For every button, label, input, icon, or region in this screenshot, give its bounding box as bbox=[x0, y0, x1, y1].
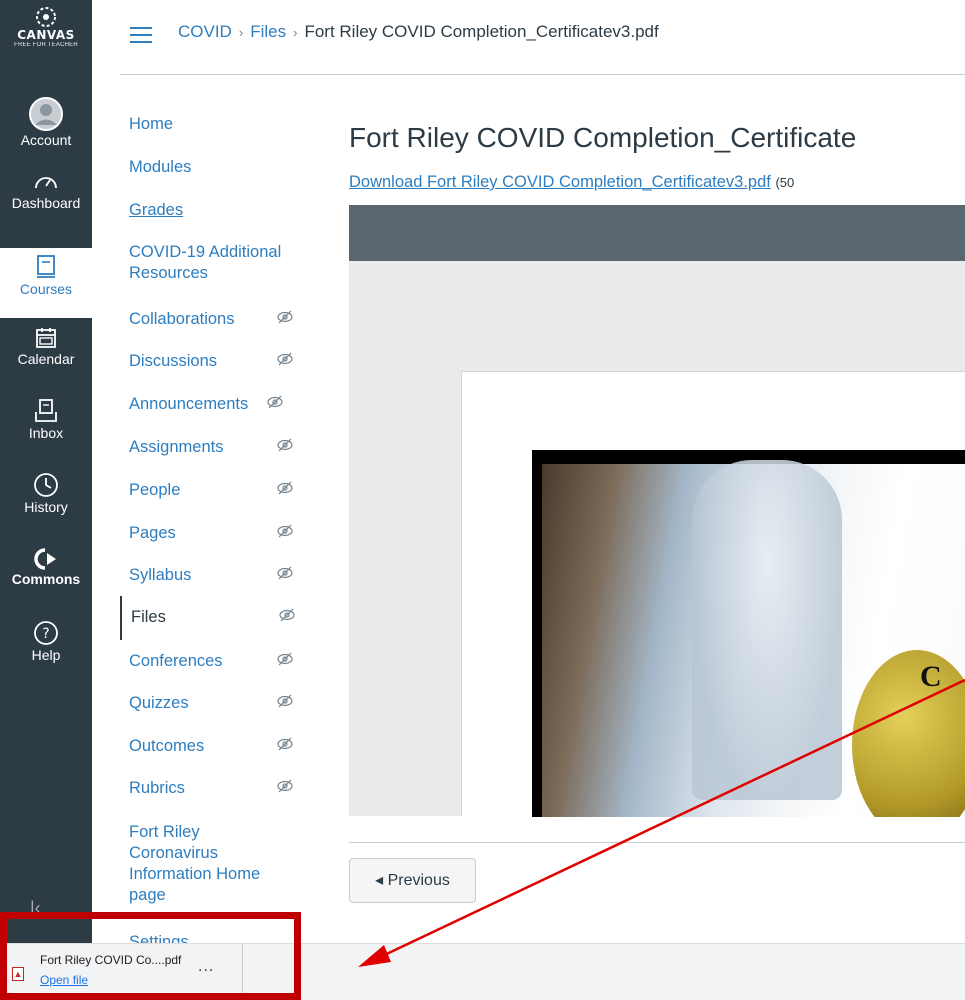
course-nav-label: Discussions bbox=[129, 352, 218, 370]
calendar-icon bbox=[36, 328, 56, 348]
hidden-eye-icon bbox=[276, 480, 294, 502]
hidden-eye-icon bbox=[276, 437, 294, 459]
page-header: COVID › Files › Fort Riley COVID Completion_… bbox=[120, 0, 965, 75]
avatar-icon bbox=[29, 97, 63, 131]
hidden-eye-icon bbox=[276, 693, 294, 715]
hamburger-menu-icon[interactable] bbox=[130, 27, 152, 43]
nav-label: History bbox=[24, 499, 68, 515]
previous-button[interactable]: ◂ Previous bbox=[349, 858, 476, 903]
nav-label: Help bbox=[31, 647, 61, 663]
course-nav-label: Pages bbox=[129, 524, 176, 542]
nav-label: Courses bbox=[19, 281, 73, 297]
download-line: Download Fort Riley COVID Completion_Cer… bbox=[349, 173, 794, 192]
course-nav-label: Collaborations bbox=[129, 310, 235, 328]
dashboard-icon bbox=[35, 177, 57, 189]
breadcrumb-separator: › bbox=[238, 25, 244, 40]
nav-label: Inbox bbox=[28, 425, 64, 441]
nav-label: Dashboard bbox=[11, 195, 81, 211]
svg-text:?: ? bbox=[42, 626, 49, 642]
hidden-eye-icon bbox=[276, 351, 294, 373]
nav-courses[interactable]: Courses bbox=[0, 248, 92, 318]
hidden-eye-icon bbox=[276, 736, 294, 758]
hidden-eye-icon bbox=[276, 523, 294, 545]
course-nav-label: Syllabus bbox=[129, 566, 192, 584]
nav-label: Calendar bbox=[17, 351, 75, 367]
hidden-eye-icon bbox=[276, 778, 294, 800]
nav-help[interactable]: ? Help bbox=[0, 620, 92, 663]
viewer-toolbar bbox=[349, 205, 965, 261]
logo-wordmark: CANVAS bbox=[17, 28, 75, 42]
course-nav-label: Files bbox=[131, 608, 166, 626]
nav-dashboard[interactable]: Dashboard bbox=[0, 170, 92, 211]
pdf-page: C bbox=[461, 371, 965, 817]
nav-history[interactable]: History bbox=[0, 472, 92, 515]
nav-label: Commons bbox=[11, 571, 81, 587]
hidden-eye-icon bbox=[266, 394, 284, 416]
photo-figure bbox=[692, 460, 842, 800]
hidden-eye-icon bbox=[278, 607, 296, 629]
nav-label: Account bbox=[20, 132, 72, 148]
breadcrumb: COVID › Files › Fort Riley COVID Completion_… bbox=[178, 22, 659, 42]
page-title: Fort Riley COVID Completion_Certificate bbox=[349, 122, 857, 153]
course-nav-label: Modules bbox=[129, 158, 192, 176]
certificate-heading-fragment: C bbox=[920, 660, 942, 693]
course-nav-label: Quizzes bbox=[129, 694, 189, 712]
course-nav-files[interactable]: Files bbox=[120, 596, 320, 640]
document-viewer[interactable]: C bbox=[349, 205, 965, 817]
inbox-icon bbox=[35, 399, 57, 422]
breadcrumb-files[interactable]: Files bbox=[250, 22, 286, 41]
breadcrumb-current: Fort Riley COVID Completion_Certificatev… bbox=[304, 22, 659, 41]
logo-subtitle: FREE FOR TEACHER bbox=[14, 42, 78, 48]
course-nav-label: Rubrics bbox=[129, 779, 185, 797]
help-icon: ? bbox=[34, 621, 58, 645]
nav-calendar[interactable]: Calendar bbox=[0, 326, 92, 367]
breadcrumb-separator: › bbox=[293, 25, 298, 40]
nav-account[interactable]: Account bbox=[0, 97, 92, 148]
course-nav-label: Outcomes bbox=[129, 737, 205, 755]
hidden-eye-icon bbox=[276, 651, 294, 673]
download-link[interactable]: Download Fort Riley COVID Completion_Cer… bbox=[349, 173, 771, 191]
content-divider bbox=[349, 842, 965, 843]
file-size: (50 bbox=[775, 175, 795, 190]
nav-commons[interactable]: Commons bbox=[0, 548, 92, 587]
course-nav-label: COVID-19 Additional Resources bbox=[129, 243, 282, 282]
course-nav-label: Fort Riley Coronavirus Information Home … bbox=[129, 823, 261, 904]
hidden-eye-icon bbox=[276, 565, 294, 587]
course-nav-label: Home bbox=[129, 115, 174, 133]
breadcrumb-course[interactable]: COVID bbox=[178, 22, 232, 41]
nav-inbox[interactable]: Inbox bbox=[0, 398, 92, 441]
canvas-logo-icon bbox=[36, 7, 56, 27]
canvas-logo[interactable]: CANVAS FREE FOR TEACHER bbox=[0, 6, 92, 48]
course-nav-label: Announcements bbox=[129, 395, 249, 413]
global-nav: CANVAS FREE FOR TEACHER Account Dashboar… bbox=[0, 0, 92, 1000]
highlight-box bbox=[0, 912, 301, 1000]
courses-icon bbox=[37, 255, 55, 278]
history-icon bbox=[34, 473, 58, 497]
commons-icon bbox=[34, 548, 56, 570]
course-nav-label: People bbox=[129, 481, 181, 499]
hidden-eye-icon bbox=[276, 309, 294, 331]
course-nav-label: Assignments bbox=[129, 438, 224, 456]
course-nav-label: Conferences bbox=[129, 652, 223, 670]
course-nav-label: Grades bbox=[129, 201, 184, 219]
certificate-photo: C bbox=[532, 450, 965, 817]
